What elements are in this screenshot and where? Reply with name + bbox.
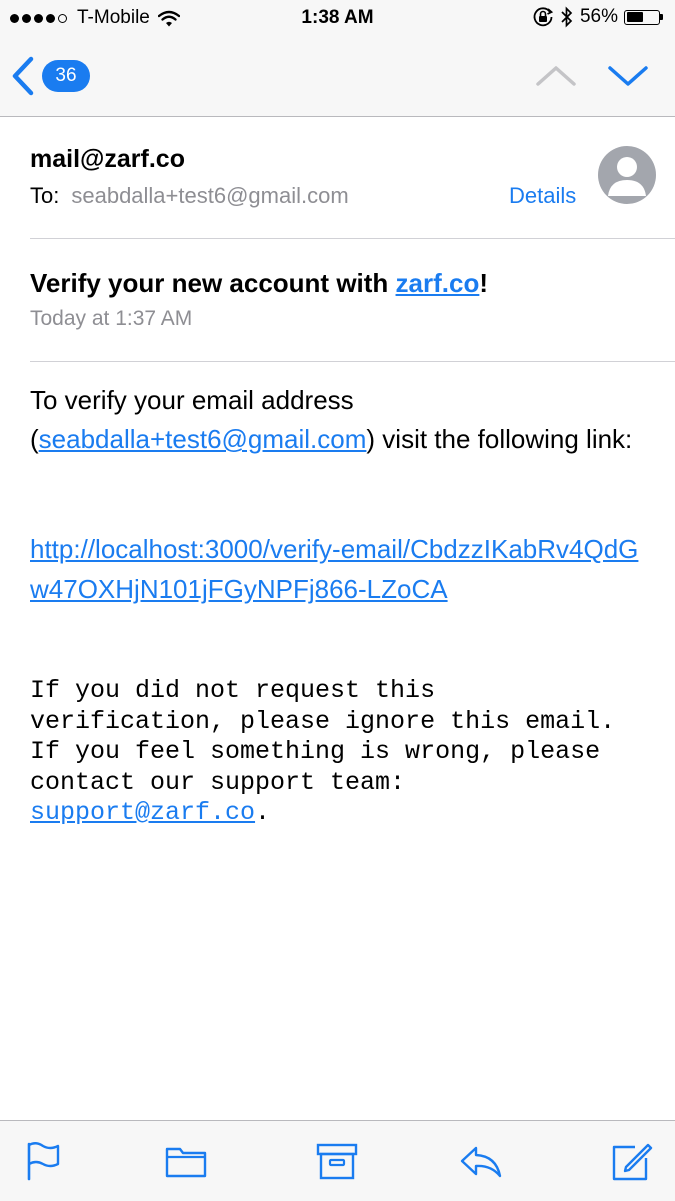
unread-count-badge: 36 xyxy=(42,60,90,92)
bluetooth-icon xyxy=(561,6,573,28)
battery-percent: 56% xyxy=(579,6,618,27)
status-right: 56% xyxy=(526,6,663,28)
details-link[interactable]: Details xyxy=(509,183,576,209)
subject-text: Verify your new account with xyxy=(30,268,396,298)
next-message-button[interactable] xyxy=(606,56,650,96)
subject-divider xyxy=(30,361,675,362)
message-subject: Verify your new account with zarf.co! xyxy=(30,268,488,299)
verify-link[interactable]: http://localhost:3000/verify-email/Cbdzz… xyxy=(30,529,655,609)
flag-icon[interactable] xyxy=(22,1139,66,1183)
recipient-row: To: seabdalla+test6@gmail.com xyxy=(30,183,349,209)
sender-avatar xyxy=(598,146,656,204)
battery-fill xyxy=(626,12,644,22)
message-date: Today at 1:37 AM xyxy=(30,307,193,330)
message-nav: 36 xyxy=(0,44,675,108)
body-text: . xyxy=(255,798,271,827)
header-divider xyxy=(30,238,675,239)
back-button[interactable]: 36 xyxy=(10,54,108,98)
recipient-address[interactable]: seabdalla+test6@gmail.com xyxy=(71,183,348,208)
body-paragraph-1: To verify your email address (seabdalla+… xyxy=(30,381,650,459)
archive-icon[interactable] xyxy=(315,1139,359,1183)
body-text: ) visit the following link: xyxy=(366,424,633,454)
bottom-toolbar xyxy=(0,1120,675,1201)
top-navigation-bar: T-Mobile 1:38 AM 56% 36 xyxy=(0,0,675,117)
email-link[interactable]: seabdalla+test6@gmail.com xyxy=(39,424,367,454)
reply-icon[interactable] xyxy=(458,1139,502,1183)
orientation-lock-icon xyxy=(533,7,554,27)
sender-address[interactable]: mail@zarf.co xyxy=(30,145,185,174)
folder-icon[interactable] xyxy=(164,1139,208,1183)
body-text: If you did not request this verification… xyxy=(30,676,616,797)
person-icon xyxy=(608,157,646,196)
previous-message-button[interactable] xyxy=(534,56,578,96)
compose-icon[interactable] xyxy=(610,1139,654,1183)
to-label: To: xyxy=(30,183,60,208)
status-bar: T-Mobile 1:38 AM 56% xyxy=(0,0,675,38)
subject-link[interactable]: zarf.co xyxy=(396,268,480,298)
support-email-link[interactable]: support@zarf.co xyxy=(30,798,255,827)
body-paragraph-3: If you did not request this verification… xyxy=(30,676,630,829)
chevron-left-icon xyxy=(12,56,34,96)
subject-suffix: ! xyxy=(479,268,489,298)
battery-icon xyxy=(624,9,663,25)
